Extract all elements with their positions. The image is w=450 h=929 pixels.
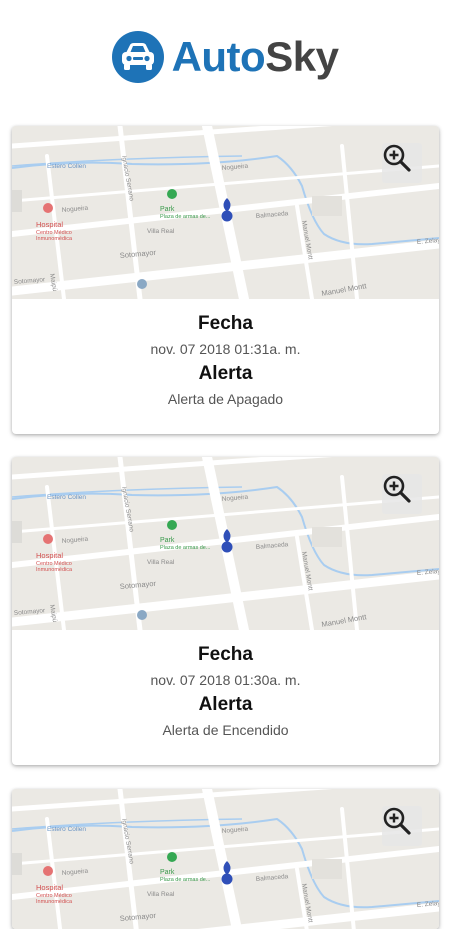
alert-info: Fecha nov. 07 2018 01:30a. m. Alerta Ale… <box>12 630 439 765</box>
brand-part-2: Sky <box>265 32 339 80</box>
park-icon <box>167 520 177 530</box>
map-label: Villa Real <box>147 891 175 898</box>
park-icon <box>167 189 177 199</box>
zoom-in-button[interactable] <box>382 806 422 846</box>
map-block <box>312 859 342 879</box>
map-label: Inmunomédica <box>36 236 73 242</box>
alert-label: Alerta <box>198 363 253 384</box>
date-label: Fecha <box>198 313 253 334</box>
transit-icon <box>137 610 147 620</box>
map-block <box>312 527 342 547</box>
map-label: Park <box>160 206 175 213</box>
date-value: nov. 07 2018 01:31a. m. <box>150 341 301 357</box>
alert-info: Fecha nov. 07 2018 01:31a. m. Alerta Ale… <box>12 299 439 434</box>
alert-card[interactable]: Nogueira Estero Collen Ignacio Serrano Nogu… <box>12 126 439 434</box>
location-pin-icon <box>221 873 233 885</box>
location-pin-icon <box>221 541 233 553</box>
brand-part-1: Auto <box>171 32 266 80</box>
hospital-icon <box>43 866 53 876</box>
car-icon <box>111 30 164 83</box>
alert-value: Alerta de Encendido <box>162 722 289 738</box>
alert-value: Alerta de Apagado <box>167 391 284 407</box>
app-header: AutoSky <box>0 0 450 115</box>
zoom-in-icon <box>383 475 411 503</box>
map-label: Plaza de armas de... <box>160 877 211 883</box>
hospital-icon <box>43 534 53 544</box>
map-label: Estero Collen <box>47 494 86 501</box>
zoom-in-button[interactable] <box>382 143 422 183</box>
map-label: Hospital <box>36 551 63 560</box>
transit-icon <box>137 279 147 289</box>
alert-card[interactable]: Nogueira Estero Collen Ignacio Serrano Nogu… <box>12 457 439 765</box>
map-block <box>312 196 342 216</box>
hospital-icon <box>43 203 53 213</box>
map-label: Hospital <box>36 883 63 892</box>
map-label: Inmunomédica <box>36 567 73 573</box>
map-label: Park <box>160 537 175 544</box>
map-block <box>12 190 22 212</box>
alert-card[interactable]: Nogueira Estero Collen Ignacio Serrano Nogu… <box>12 789 439 929</box>
park-icon <box>167 852 177 862</box>
map-label: Villa Real <box>147 228 175 235</box>
map-label: Park <box>160 869 175 876</box>
location-pin-icon <box>221 210 233 222</box>
zoom-in-icon <box>383 144 411 172</box>
map-label: Estero Collen <box>47 163 86 170</box>
map-thumbnail[interactable]: Nogueira Estero Collen Ignacio Serrano Nogu… <box>12 457 439 630</box>
date-label: Fecha <box>198 644 253 665</box>
zoom-in-icon <box>383 807 411 835</box>
map-block <box>12 853 22 875</box>
map-label: Estero Collen <box>47 826 86 833</box>
date-value: nov. 07 2018 01:30a. m. <box>150 672 301 688</box>
map-label: Villa Real <box>147 559 175 566</box>
alert-label: Alerta <box>198 694 253 715</box>
map-graphic: NogueiraEstero Collen Ignacio SerranoNogu… <box>12 789 439 929</box>
app-title: AutoSky <box>171 32 339 80</box>
map-block <box>12 521 22 543</box>
map-label: Plaza de armas de... <box>160 545 211 551</box>
app-logo: AutoSky <box>111 30 339 83</box>
map-label: Hospital <box>36 220 63 229</box>
map-graphic: NogueiraEstero Collen Ignacio SerranoNogu… <box>12 457 439 630</box>
zoom-in-button[interactable] <box>382 474 422 514</box>
map-thumbnail[interactable]: Nogueira Estero Collen Ignacio Serrano Nogu… <box>12 126 439 299</box>
map-label: Plaza de armas de... <box>160 214 211 220</box>
map-thumbnail[interactable]: Nogueira Estero Collen Ignacio Serrano Nogu… <box>12 789 439 929</box>
map-graphic: NogueiraEstero Collen Ignacio SerranoNogu… <box>12 126 439 299</box>
